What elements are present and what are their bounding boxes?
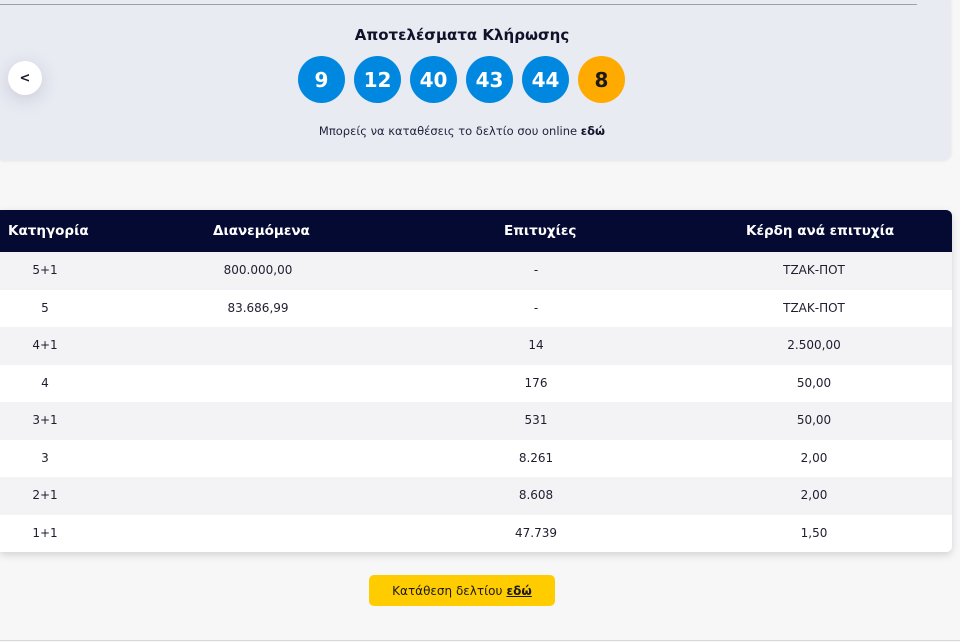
header-distributed: Διανεμόμενα bbox=[213, 223, 310, 239]
submit-ticket-button[interactable]: Κατάθεση δελτίου εδώ bbox=[369, 575, 555, 606]
cell-distributed: 83.686,99 bbox=[227, 300, 289, 315]
cell-winners: 47.739 bbox=[515, 525, 557, 540]
number-ball: 43 bbox=[466, 56, 513, 103]
cell-winners: 531 bbox=[524, 413, 548, 427]
cell-prize: 50,00 bbox=[796, 375, 832, 390]
bonus-number-ball: 8 bbox=[578, 56, 625, 103]
table-body: 5+1 800.000,00 - ΤΖΑΚ-ΠΟΤ 5 83.686,99 - … bbox=[0, 252, 952, 552]
number-ball: 9 bbox=[298, 56, 345, 103]
cell-prize: 2.500,00 bbox=[787, 338, 841, 352]
cell-winners: - bbox=[533, 263, 539, 277]
cell-category: 5+1 bbox=[32, 263, 58, 277]
cell-winners: - bbox=[533, 300, 539, 315]
table-row: 4 176 50,00 bbox=[0, 364, 952, 402]
winnings-table: Κατηγορία Διανεμόμενα Επιτυχίες Κέρδη αν… bbox=[0, 210, 952, 552]
cell-category: 5 bbox=[41, 300, 49, 315]
number-ball: 44 bbox=[522, 56, 569, 103]
cell-category: 3 bbox=[41, 450, 49, 465]
winning-numbers: 9 12 40 43 44 8 bbox=[298, 56, 625, 103]
previous-draw-button[interactable]: < bbox=[8, 61, 42, 95]
table-row: 1+1 47.739 1,50 bbox=[0, 514, 952, 552]
cell-category: 1+1 bbox=[32, 525, 58, 540]
number-ball: 40 bbox=[410, 56, 457, 103]
cell-prize: 2,00 bbox=[800, 450, 828, 465]
cell-distributed: 800.000,00 bbox=[223, 263, 293, 277]
submit-ticket-link[interactable]: εδώ bbox=[506, 584, 531, 598]
table-row: 3+1 531 50,00 bbox=[0, 402, 952, 440]
cell-prize: 2,00 bbox=[800, 488, 828, 502]
cell-winners: 176 bbox=[524, 375, 548, 390]
cell-category: 2+1 bbox=[32, 488, 58, 502]
online-submission-note: Μπορείς να καταθέσεις το δελτίο σου onli… bbox=[0, 124, 924, 138]
cell-prize: ΤΖΑΚ-ΠΟΤ bbox=[783, 300, 845, 315]
cell-winners: 14 bbox=[528, 338, 544, 352]
online-submission-link[interactable]: εδώ bbox=[581, 124, 605, 138]
cell-prize: 1,50 bbox=[800, 525, 828, 540]
cell-prize: ΤΖΑΚ-ΠΟΤ bbox=[783, 263, 845, 277]
table-header: Κατηγορία Διανεμόμενα Επιτυχίες Κέρδη αν… bbox=[0, 210, 952, 252]
draw-results-card: < Αποτελέσματα Κλήρωσης 9 12 40 43 44 8 … bbox=[0, 0, 951, 160]
cell-prize: 50,00 bbox=[796, 413, 832, 427]
table-row: 3 8.261 2,00 bbox=[0, 439, 952, 477]
number-ball: 12 bbox=[354, 56, 401, 103]
table-row: 4+1 14 2.500,00 bbox=[0, 327, 952, 365]
header-category: Κατηγορία bbox=[8, 223, 89, 239]
divider bbox=[0, 4, 917, 5]
footer-divider bbox=[0, 640, 960, 641]
table-row: 5 83.686,99 - ΤΖΑΚ-ΠΟΤ bbox=[0, 289, 952, 327]
table-row: 2+1 8.608 2,00 bbox=[0, 477, 952, 515]
cell-winners: 8.608 bbox=[518, 488, 554, 502]
table-row: 5+1 800.000,00 - ΤΖΑΚ-ΠΟΤ bbox=[0, 252, 952, 290]
header-winners: Επιτυχίες bbox=[504, 223, 577, 239]
chevron-left-icon: < bbox=[19, 70, 31, 86]
cell-category: 4 bbox=[41, 375, 49, 390]
header-prize-per-winner: Κέρδη ανά επιτυχία bbox=[746, 223, 895, 239]
cell-category: 4+1 bbox=[32, 338, 58, 352]
cell-category: 3+1 bbox=[32, 413, 58, 427]
results-title: Αποτελέσματα Κλήρωσης bbox=[354, 26, 570, 44]
submit-ticket-label: Κατάθεση δελτίου bbox=[392, 583, 503, 598]
cell-winners: 8.261 bbox=[518, 450, 554, 465]
online-note-text: Μπορείς να καταθέσεις το δελτίο σου onli… bbox=[318, 124, 581, 138]
